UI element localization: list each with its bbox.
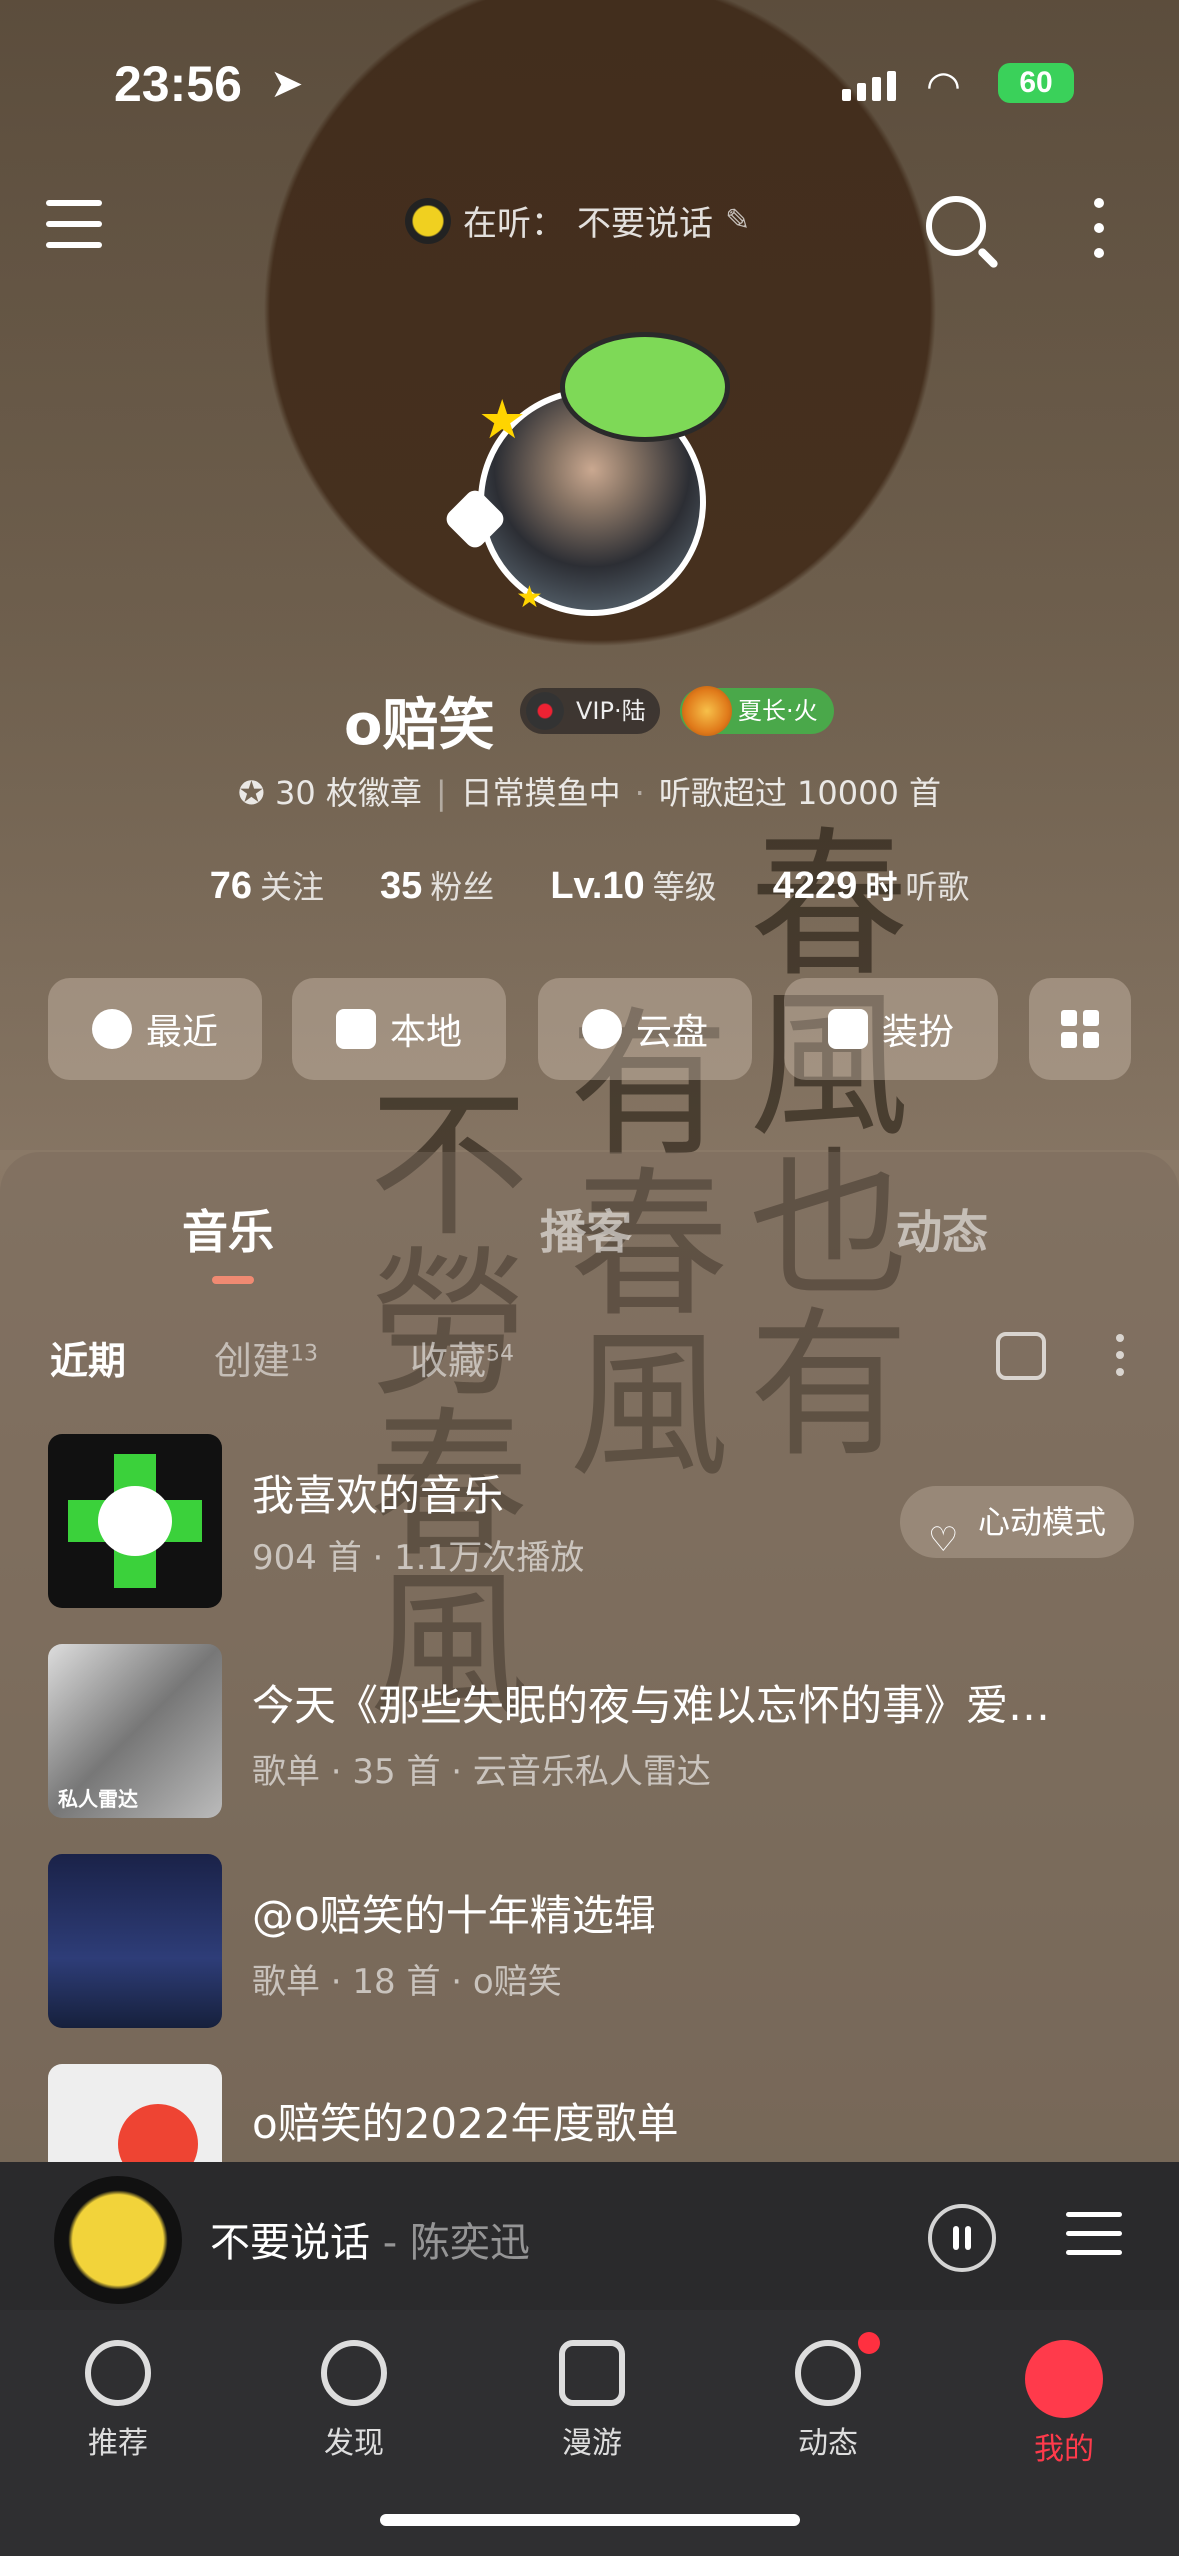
profile-status-text: 日常摸鱼中 (460, 774, 621, 812)
star-decoration-icon: ★ (478, 388, 527, 451)
playlist-cover: 私人雷达 (48, 1644, 222, 1818)
compass-icon (321, 2340, 387, 2406)
stat-listen-hours[interactable]: 4229 时听歌 (773, 862, 970, 908)
apps-grid-icon (1061, 1010, 1099, 1048)
subtab-collected[interactable]: 收藏54 (410, 1330, 514, 1385)
more-options-icon[interactable] (1094, 198, 1104, 273)
season-level-badge[interactable]: 夏长·火 (680, 686, 834, 736)
signal-icon (842, 71, 896, 101)
local-button[interactable]: 本地 (292, 978, 506, 1080)
star-decoration-icon: ★ (516, 580, 543, 615)
nav-label: 推荐 (88, 2426, 148, 2461)
stat-level[interactable]: Lv.10 等级 (550, 862, 716, 908)
player-song: 不要说话 (210, 2220, 370, 2266)
player-artist: - 陈奕迅 (382, 2220, 530, 2266)
notification-dot (858, 2332, 880, 2354)
radio-icon (559, 2340, 625, 2406)
listen-count-text: 听歌超过 10000 首 (658, 774, 941, 812)
subtab-recent[interactable]: 近期 (50, 1330, 126, 1385)
player-album-disc[interactable] (54, 2176, 182, 2304)
cover-label: 私人雷达 (58, 1787, 138, 1811)
playlist-more-icon[interactable] (1116, 1334, 1124, 1385)
vip-badge[interactable]: VIP·陆 (520, 688, 660, 734)
now-playing-status[interactable]: 在听： 不要说话 ✎ (405, 196, 750, 245)
playlist-cover (48, 1854, 222, 2028)
search-icon[interactable] (926, 196, 986, 256)
nav-label: 发现 (324, 2426, 384, 2461)
edit-pencil-icon[interactable]: ✎ (725, 203, 750, 238)
heart-mode-button[interactable]: ♡ 心动模式 (899, 1486, 1134, 1560)
local-label: 本地 (389, 1012, 462, 1053)
stat-following[interactable]: 76 关注 (210, 862, 324, 908)
battery-indicator: 60 (998, 63, 1074, 103)
playlist-subtitle: 歌单 · 35 首 · 云音乐私人雷达 (252, 1752, 711, 1792)
vinyl-icon (526, 692, 564, 730)
nav-label: 我的 (1034, 2432, 1094, 2467)
more-apps-button[interactable] (1029, 978, 1131, 1080)
season-level-label: 夏长·火 (738, 697, 818, 725)
badges-count[interactable]: 30 枚徽章 (275, 774, 422, 812)
cloud-upload-icon (581, 1009, 622, 1049)
wifi-icon: ◠ (926, 63, 961, 109)
playlist-title: @o赔笑的十年精选辑 (252, 1891, 656, 1940)
nav-roam[interactable]: 漫游 (522, 2340, 662, 2462)
nav-discover[interactable]: 发现 (284, 2340, 424, 2462)
badge-medal-icon: ✪ (237, 774, 265, 812)
now-playing-prefix: 在听： (463, 204, 565, 244)
profile-name: o赔笑 (344, 693, 495, 758)
stat-followers[interactable]: 35 粉丝 (380, 862, 494, 908)
cloud-drive-label: 云盘 (635, 1012, 708, 1053)
playlist-item[interactable]: 私人雷达 今天《那些失眠的夜与难以忘怀的事》爱… 歌单 · 35 首 · 云音乐… (48, 1644, 1148, 1818)
nav-mine[interactable]: 我的 (994, 2340, 1134, 2468)
status-bar: 23:56 ➤ ◠ 60 (0, 55, 1179, 115)
tab-music[interactable]: 音乐 (182, 1196, 274, 1262)
recent-label: 最近 (145, 1012, 218, 1053)
dragon-emblem-icon (682, 686, 732, 736)
heart-mode-label: 心动模式 (977, 1503, 1106, 1541)
nav-label: 动态 (798, 2426, 858, 2461)
playlist-item[interactable]: @o赔笑的十年精选辑 歌单 · 18 首 · o赔笑 (48, 1854, 1148, 2028)
playlist-item[interactable]: 我喜欢的音乐 904 首 · 1.1万次播放 ♡ 心动模式 (48, 1434, 1148, 1608)
playlist-subtitle: 歌单 · 18 首 · o赔笑 (252, 1962, 562, 2002)
recommend-icon (85, 2340, 151, 2406)
avatar-frame-frog-decoration (560, 332, 730, 442)
now-playing-disc-icon (405, 197, 451, 244)
playlist-subtitle: 904 首 · 1.1万次播放 (252, 1538, 585, 1578)
shirt-icon (827, 1009, 868, 1049)
nav-moments[interactable]: 动态 (758, 2340, 898, 2462)
nav-recommend[interactable]: 推荐 (48, 2340, 188, 2462)
import-playlist-icon[interactable] (996, 1332, 1046, 1380)
nav-label: 漫游 (562, 2426, 622, 2461)
playlist-title: o赔笑的2022年度歌单 (252, 2099, 679, 2148)
playlist-title: 今天《那些失眠的夜与难以忘怀的事》爱… (252, 1681, 1051, 1730)
vip-badge-label: VIP·陆 (576, 697, 646, 725)
dress-up-button[interactable]: 装扮 (784, 978, 998, 1080)
profile-stats: 76 关注 35 粉丝 Lv.10 等级 4229 时听歌 (0, 862, 1179, 908)
tab-podcast[interactable]: 播客 (540, 1196, 632, 1262)
user-vip-icon (1025, 2340, 1103, 2418)
mini-player[interactable]: 不要说话 - 陈奕迅 (0, 2162, 1179, 2310)
subtab-created[interactable]: 创建13 (214, 1330, 318, 1385)
location-arrow-icon: ➤ (270, 61, 304, 107)
tab-indicator (212, 1276, 254, 1284)
home-indicator[interactable] (380, 2514, 800, 2526)
pause-icon[interactable] (928, 2204, 996, 2272)
recent-button[interactable]: 最近 (48, 978, 262, 1080)
dress-up-label: 装扮 (881, 1012, 954, 1053)
now-playing-song: 不要说话 (577, 204, 713, 244)
status-time: 23:56 (114, 56, 242, 112)
playlist-queue-icon[interactable] (1066, 2212, 1122, 2269)
playlist-cover (48, 1434, 222, 1608)
chat-bubble-icon (795, 2340, 861, 2406)
profile-info-line: ✪ 30 枚徽章 | 日常摸鱼中 · 听歌超过 10000 首 (237, 774, 941, 812)
menu-icon[interactable] (46, 200, 102, 263)
download-box-icon (335, 1009, 376, 1049)
clock-icon (91, 1009, 132, 1049)
heart-pulse-icon: ♡ (927, 1520, 959, 1560)
cloud-drive-button[interactable]: 云盘 (538, 978, 752, 1080)
player-track[interactable]: 不要说话 - 陈奕迅 (210, 2210, 530, 2268)
tab-moments[interactable]: 动态 (896, 1196, 988, 1262)
